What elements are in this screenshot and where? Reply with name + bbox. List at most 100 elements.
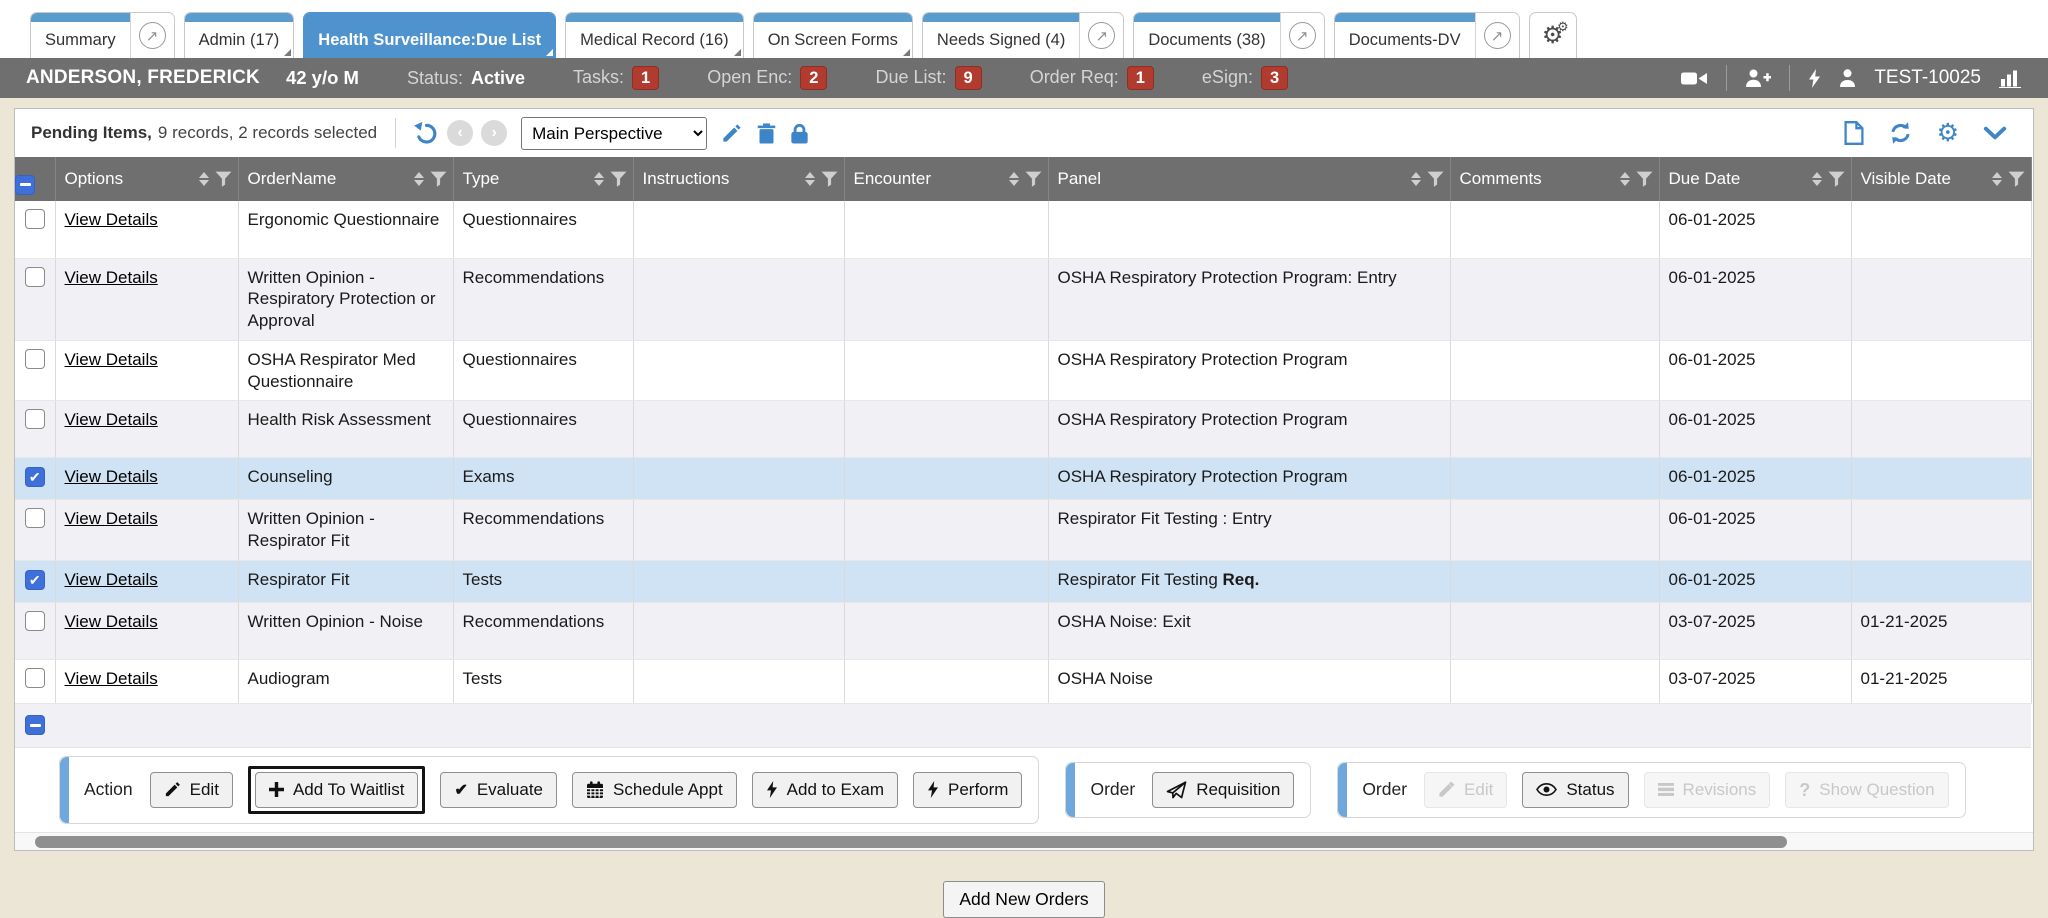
collapse-selection-checkbox[interactable]	[25, 715, 45, 735]
col-header-type[interactable]: Type	[453, 157, 633, 201]
requisition-button[interactable]: Requisition	[1152, 772, 1294, 808]
add-to-exam-button[interactable]: Add to Exam	[752, 772, 898, 808]
sort-icon[interactable]	[594, 172, 604, 187]
view-details-link[interactable]: View Details	[65, 350, 158, 369]
filter-icon[interactable]	[1427, 171, 1444, 187]
view-details-link[interactable]: View Details	[65, 509, 158, 528]
view-details-link[interactable]: View Details	[65, 268, 158, 287]
gear-icon[interactable]	[1937, 121, 1959, 146]
col-header-panel[interactable]: Panel	[1048, 157, 1450, 201]
cell-due-date: 06-01-2025	[1659, 560, 1851, 602]
tab-medical-record[interactable]: Medical Record (16)	[565, 12, 744, 58]
perspective-select[interactable]: Main Perspective	[521, 117, 707, 150]
row-checkbox[interactable]	[25, 267, 45, 287]
tab-settings-button[interactable]	[1529, 12, 1577, 58]
tab-needs-signed[interactable]: Needs Signed (4)	[922, 12, 1124, 58]
undo-icon[interactable]	[414, 121, 439, 146]
row-checkbox[interactable]	[25, 570, 45, 590]
sort-icon[interactable]	[1620, 172, 1630, 187]
add-new-orders-button[interactable]: Add New Orders	[943, 881, 1104, 918]
view-details-link[interactable]: View Details	[65, 669, 158, 688]
tab-admin[interactable]: Admin (17)	[184, 12, 295, 58]
add-to-waitlist-button[interactable]: Add To Waitlist	[255, 772, 419, 808]
chevron-down-icon[interactable]	[1983, 126, 2007, 140]
row-checkbox[interactable]	[25, 508, 45, 528]
video-camera-icon[interactable]	[1681, 70, 1708, 87]
col-header-visible-date[interactable]: Visible Date	[1851, 157, 2031, 201]
col-header-comments[interactable]: Comments	[1450, 157, 1659, 201]
view-details-link[interactable]: View Details	[65, 467, 158, 486]
open-enc-count-badge[interactable]: 2	[800, 66, 827, 90]
sort-icon[interactable]	[414, 172, 424, 187]
tab-documents-dv[interactable]: Documents-DV	[1334, 12, 1520, 58]
cell-encounter	[844, 560, 1048, 602]
row-checkbox[interactable]	[25, 349, 45, 369]
scrollbar-thumb[interactable]	[35, 836, 1787, 848]
cell-due-date: 03-07-2025	[1659, 602, 1851, 659]
open-new-window-button[interactable]	[130, 13, 174, 58]
next-page-icon[interactable]	[481, 120, 507, 146]
open-new-window-button[interactable]	[1280, 13, 1324, 58]
horizontal-scrollbar[interactable]	[15, 832, 2033, 850]
due-list-count-badge[interactable]: 9	[955, 66, 982, 90]
bar-chart-icon[interactable]	[1999, 69, 2022, 88]
col-header-encounter[interactable]: Encounter	[844, 157, 1048, 201]
view-details-link[interactable]: View Details	[65, 612, 158, 631]
filter-icon[interactable]	[1636, 171, 1653, 187]
add-person-icon[interactable]	[1745, 69, 1771, 87]
open-new-window-button[interactable]	[1475, 13, 1519, 58]
edit-button[interactable]: Edit	[150, 772, 233, 808]
row-checkbox[interactable]	[25, 409, 45, 429]
row-checkbox[interactable]	[25, 209, 45, 229]
esign-count-badge[interactable]: 3	[1261, 66, 1288, 90]
filter-icon[interactable]	[610, 171, 627, 187]
col-header-due-date[interactable]: Due Date	[1659, 157, 1851, 201]
sort-icon[interactable]	[199, 172, 209, 187]
view-details-link[interactable]: View Details	[65, 570, 158, 589]
filter-icon[interactable]	[430, 171, 447, 187]
row-checkbox[interactable]	[25, 467, 45, 487]
row-checkbox[interactable]	[25, 611, 45, 631]
new-document-icon[interactable]	[1844, 121, 1864, 145]
edit-order-button[interactable]: Edit	[1424, 772, 1507, 808]
lightning-icon[interactable]	[1808, 69, 1821, 88]
tab-on-screen-forms[interactable]: On Screen Forms	[753, 12, 913, 58]
col-header-options[interactable]: Options	[55, 157, 238, 201]
sort-icon[interactable]	[1009, 172, 1019, 187]
tab-health-surveillance-due-list[interactable]: Health Surveillance:Due List	[303, 12, 556, 58]
lock-icon[interactable]	[791, 123, 808, 144]
view-details-link[interactable]: View Details	[65, 210, 158, 229]
evaluate-button[interactable]: Evaluate	[440, 772, 557, 808]
filter-icon[interactable]	[2008, 171, 2025, 187]
sort-icon[interactable]	[1812, 172, 1822, 187]
select-all-checkbox[interactable]	[15, 175, 35, 195]
schedule-appt-button[interactable]: Schedule Appt	[572, 772, 737, 808]
previous-page-icon[interactable]	[447, 120, 473, 146]
order-req-count-badge[interactable]: 1	[1127, 66, 1154, 90]
view-details-link[interactable]: View Details	[65, 410, 158, 429]
filter-icon[interactable]	[1828, 171, 1845, 187]
tasks-count-badge[interactable]: 1	[632, 66, 659, 90]
row-checkbox[interactable]	[25, 668, 45, 688]
trash-icon[interactable]	[757, 123, 776, 144]
sort-icon[interactable]	[1411, 172, 1421, 187]
tab-summary[interactable]: Summary	[30, 12, 175, 58]
open-new-window-button[interactable]	[1079, 13, 1123, 58]
filter-icon[interactable]	[821, 171, 838, 187]
panel-toolbar: Pending Items, 9 records, 2 records sele…	[15, 109, 2033, 157]
tab-documents[interactable]: Documents (38)	[1133, 12, 1324, 58]
pencil-icon[interactable]	[721, 123, 742, 144]
status-button[interactable]: Status	[1522, 772, 1628, 808]
filter-icon[interactable]	[1025, 171, 1042, 187]
sort-icon[interactable]	[805, 172, 815, 187]
col-header-instructions[interactable]: Instructions	[633, 157, 844, 201]
show-question-button[interactable]: Show Question	[1785, 772, 1948, 808]
person-icon[interactable]	[1839, 69, 1856, 87]
tab-cap	[304, 13, 555, 22]
revisions-button[interactable]: Revisions	[1644, 772, 1771, 808]
perform-button[interactable]: Perform	[913, 772, 1022, 808]
filter-icon[interactable]	[215, 171, 232, 187]
col-header-order-name[interactable]: OrderName	[238, 157, 453, 201]
sort-icon[interactable]	[1992, 172, 2002, 187]
refresh-icon[interactable]	[1888, 121, 1913, 145]
